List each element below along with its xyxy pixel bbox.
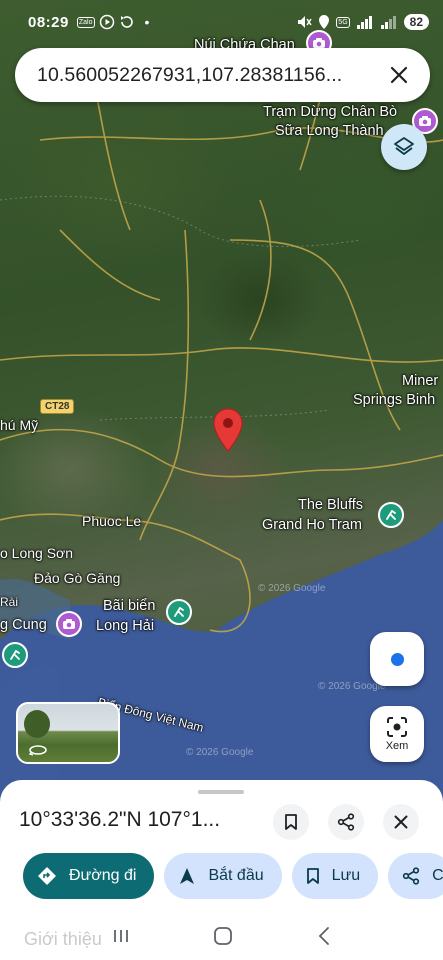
status-notification-icons: Zalo • (76, 14, 150, 30)
sheet-drag-handle[interactable] (198, 790, 244, 794)
panorama-360-icon (28, 745, 47, 756)
map-label-cung[interactable]: g Cung (0, 617, 47, 634)
thumbnail-tree (24, 710, 50, 738)
network-5g-badge: 5G (336, 16, 350, 28)
poi-hiking-bluffs[interactable] (378, 502, 404, 528)
map-label-long-son[interactable]: o Long Sơn (0, 545, 73, 562)
navigation-icon (180, 868, 195, 884)
layers-button[interactable] (381, 124, 427, 170)
poi-hiking-long-hai[interactable] (166, 599, 192, 625)
share-icon (403, 867, 420, 885)
bookmark-icon (285, 814, 297, 830)
status-bar: 08:29 Zalo • 5G 82 (0, 0, 443, 44)
hiking-icon (174, 607, 184, 617)
view-button[interactable]: Xem (370, 706, 424, 762)
road-badge-ct28: CT28 (40, 399, 75, 414)
poi-camera-cung[interactable] (56, 611, 82, 637)
status-system-icons: 5G 82 (296, 14, 429, 30)
location-icon (319, 15, 330, 29)
share-label: C (432, 867, 443, 884)
start-label: Bắt đầu (208, 867, 264, 884)
signal-2-icon (380, 16, 396, 29)
play-icon (99, 14, 114, 30)
close-icon (390, 66, 408, 84)
system-nav-bar (0, 912, 443, 960)
search-query[interactable]: 10.560052267931,107.28381156... (37, 64, 374, 87)
start-button[interactable]: Bắt đầu (164, 853, 282, 899)
signal-icon (356, 16, 372, 29)
map-watermark: © 2026 Google (186, 747, 254, 758)
share-icon (337, 813, 355, 831)
map-label-rai[interactable]: Rài (0, 594, 18, 611)
map-label-phu-my[interactable]: hú Mỹ (0, 417, 38, 434)
save-button[interactable]: Lưu (291, 853, 379, 899)
dot-icon: • (144, 14, 150, 30)
directions-icon (38, 867, 56, 885)
hiking-icon (386, 510, 396, 520)
battery-indicator: 82 (403, 14, 429, 30)
hiking-icon (10, 650, 20, 660)
map-label-bai-bien-line2[interactable]: Long Hải (96, 618, 154, 635)
map-label-miner-line2[interactable]: Springs Binh (353, 392, 435, 409)
close-sheet-button[interactable] (383, 804, 419, 840)
map-label-miner-line1[interactable]: Miner (402, 373, 438, 390)
share-button[interactable]: C (388, 853, 443, 899)
poi-hiking-west[interactable] (2, 642, 28, 668)
camera-icon (63, 619, 75, 629)
map-label-bai-bien-line1[interactable]: Bãi biển (103, 598, 155, 615)
zalo-badge: Zalo (76, 16, 95, 28)
pin-icon[interactable] (213, 408, 243, 452)
map-watermark: © 2026 Google (258, 583, 326, 594)
bookmark-icon (306, 868, 319, 884)
my-location-icon (390, 652, 404, 666)
status-time: 08:29 (28, 13, 69, 31)
place-coordinates: 10°33'36.2"N 107°1... (19, 808, 221, 831)
directions-label: Đường đi (69, 867, 137, 884)
clear-search-button[interactable] (384, 60, 414, 90)
map-label-tram-dung-line2[interactable]: Sữa Long Thành (275, 123, 384, 140)
mute-icon (298, 16, 312, 28)
recent-apps-icon[interactable] (112, 928, 130, 944)
directions-button[interactable]: Đường đi (23, 853, 155, 899)
save-place-button[interactable] (273, 804, 309, 840)
my-location-button[interactable] (370, 632, 424, 686)
view-button-label: Xem (385, 740, 409, 752)
save-label: Lưu (331, 867, 361, 884)
close-icon (394, 815, 408, 829)
share-place-button[interactable] (328, 804, 364, 840)
map-label-phuoc-le[interactable]: Phuoc Le (82, 513, 141, 530)
lens-icon (387, 717, 407, 737)
map-label-dao-go-gang[interactable]: Đảo Gò Găng (34, 570, 120, 587)
camera-icon (419, 116, 431, 126)
map-label-bluffs-line1[interactable]: The Bluffs (298, 497, 363, 514)
action-chips: Đường đi Bắt đầu Lưu C (23, 853, 443, 899)
street-view-thumbnail[interactable] (16, 702, 120, 764)
map-label-tram-dung-line1[interactable]: Trạm Dừng Chân Bò (263, 104, 397, 121)
back-icon[interactable] (317, 926, 331, 946)
map-label-bluffs-line2[interactable]: Grand Ho Tram (262, 517, 362, 534)
refresh-icon (120, 16, 133, 28)
home-icon[interactable] (213, 926, 233, 946)
search-bar[interactable]: 10.560052267931,107.28381156... (15, 48, 430, 102)
layers-icon (394, 137, 414, 155)
